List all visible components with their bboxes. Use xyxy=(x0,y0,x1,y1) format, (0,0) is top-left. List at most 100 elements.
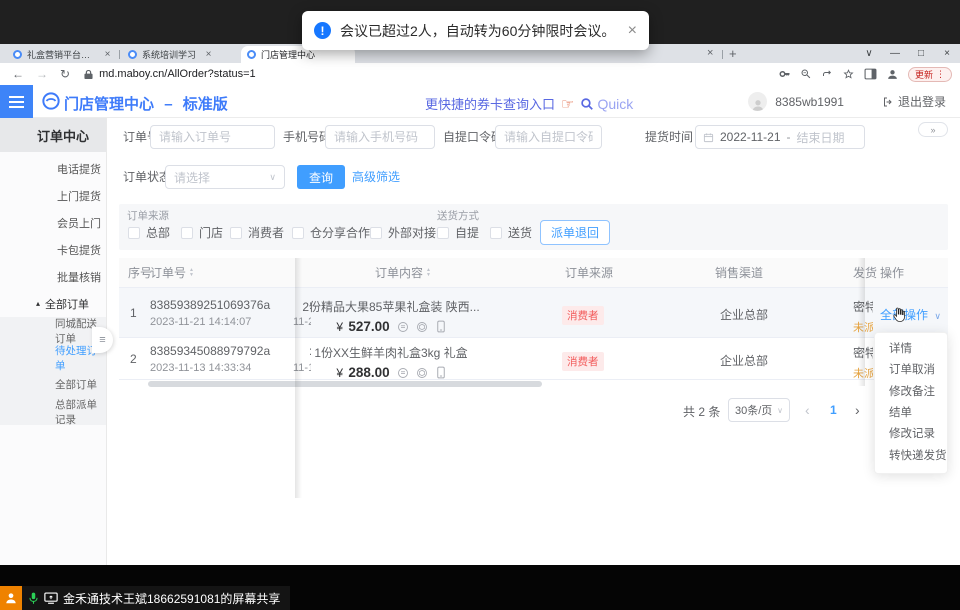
checkbox-warehouse-share[interactable]: 仓分享合作 xyxy=(292,224,370,241)
menu-item-details[interactable]: 详情 xyxy=(875,340,947,359)
coupon-query-link[interactable]: 更快捷的券卡查询入口 xyxy=(425,94,555,113)
browser-tab-1[interactable]: 礼盒营销平台管理中心 × xyxy=(7,46,117,63)
tab-close-icon[interactable]: × xyxy=(707,47,713,59)
sidebar-item-phone-pickup[interactable]: 电话提货 xyxy=(0,155,106,182)
col-content[interactable]: 订单内容▲▼ xyxy=(375,258,431,288)
pickup-time-label: 提货时间 xyxy=(645,125,693,149)
title-dash: – xyxy=(164,96,172,113)
sidebar-item-door-pickup[interactable]: 上门提货 xyxy=(0,182,106,209)
checkbox-delivery[interactable]: 送货 xyxy=(490,224,532,241)
advanced-filter-link[interactable]: 高级筛选 xyxy=(352,165,400,189)
page-size-select[interactable]: 30条/页 ∨ xyxy=(728,398,790,422)
next-page-button[interactable]: › xyxy=(855,402,860,418)
checkbox-icon xyxy=(128,227,140,239)
sidebar-item-member-visit[interactable]: 会员上门 xyxy=(0,209,106,236)
sidebar-item-batch-writeoff[interactable]: 批量核销 xyxy=(0,263,106,290)
profile-icon[interactable] xyxy=(886,68,899,81)
zoom-icon[interactable] xyxy=(800,68,812,80)
sidebar-item-pending-orders-active[interactable]: 待处理订单 xyxy=(0,344,106,371)
col-order-no[interactable]: 订单号▲▼ xyxy=(150,258,194,288)
sidebar-item-card-pickup[interactable]: 卡包提货 xyxy=(0,236,106,263)
table-row[interactable]: 2 83859345088979792a 2023-11-13 14:33:34… xyxy=(119,338,948,380)
order-no-input[interactable] xyxy=(150,125,275,149)
menu-item-edit-history[interactable]: 修改记录 xyxy=(875,425,947,444)
checkbox-icon xyxy=(181,227,193,239)
toast-close-icon[interactable]: × xyxy=(628,22,637,40)
key-icon[interactable] xyxy=(779,68,791,80)
order-content-cell: 1份XX生鲜羊肉礼盒3kg 礼盒 ¥ 288.00 xyxy=(271,344,511,380)
current-page[interactable]: 1 xyxy=(830,403,837,417)
tab-separator xyxy=(119,50,120,59)
window-maximize-icon[interactable]: □ xyxy=(908,44,934,63)
col-shipping-clipped: 发货 xyxy=(853,258,877,288)
tab-separator xyxy=(722,50,723,59)
favicon xyxy=(128,50,137,59)
menu-item-cancel-order[interactable]: 订单取消 xyxy=(875,361,947,380)
window-minimize-icon[interactable]: — xyxy=(882,44,908,63)
quick-label[interactable]: Quick xyxy=(597,96,633,112)
tab-close-icon[interactable]: × xyxy=(204,49,213,60)
order-date: 2023-11-13 14:33:34 xyxy=(150,362,270,374)
meeting-toast: ! 会议已超过2人，自动转为60分钟限时会议。 × xyxy=(302,11,649,50)
checkbox-store[interactable]: 门店 xyxy=(181,224,223,241)
fixed-right-column-shadow xyxy=(858,258,865,386)
forward-icon[interactable]: → xyxy=(36,67,48,81)
sidebar-group-all-orders[interactable]: ▴ 全部订单 xyxy=(0,290,106,317)
checkbox-external[interactable]: 外部对接 xyxy=(370,224,436,241)
window-close-icon[interactable]: × xyxy=(934,44,960,63)
bookmark-star-icon[interactable] xyxy=(842,68,855,81)
checkbox-icon xyxy=(437,227,449,239)
menu-item-switch-express[interactable]: 转快递发货 xyxy=(875,447,947,466)
username: 8385wb1991 xyxy=(775,95,844,109)
date-range-picker[interactable]: 2022-11-21 - 结束日期 xyxy=(695,125,865,149)
pagination: 共 2 条 30条/页 ∨ ‹ 1 › xyxy=(107,398,948,422)
chrome-update-button[interactable]: 更新 ⋮ xyxy=(908,67,952,82)
checkbox-icon xyxy=(370,227,382,239)
sort-icons[interactable]: ▲▼ xyxy=(189,268,194,278)
reload-icon[interactable]: ↻ xyxy=(60,67,70,81)
menu-item-edit-note[interactable]: 修改备注 xyxy=(875,383,947,402)
sidebar-toggle-button[interactable] xyxy=(0,85,33,118)
horizontal-scrollbar[interactable] xyxy=(148,381,542,387)
browser-tab-2[interactable]: 系统培训学习 × xyxy=(122,46,238,63)
order-status-select[interactable]: 请选择 ∨ xyxy=(165,165,285,189)
sidebar-item-city-delivery-orders[interactable]: 同城配送订单 xyxy=(0,317,106,344)
sidebar-item-all-orders[interactable]: 全部订单 xyxy=(0,371,106,398)
back-icon[interactable]: ← xyxy=(12,67,24,81)
person-icon xyxy=(4,591,18,605)
all-actions-dropdown[interactable]: 全部操作 ∨ xyxy=(880,306,941,323)
checkbox-consumer[interactable]: 消费者 xyxy=(230,224,284,241)
order-no-cell: 83859389251069376a 2023-11-21 14:14:07 xyxy=(150,298,270,328)
phone-input[interactable] xyxy=(325,125,435,149)
tab-title: 系统培训学习 xyxy=(142,48,196,61)
main-content: 订单号 手机号码 自提口令码 提货时间 2022-11-21 - 结束日期 » … xyxy=(107,118,960,565)
pickup-code-input[interactable] xyxy=(495,125,602,149)
table-header: 序号 订单号▲▼ 订单内容▲▼ 订单来源 销售渠道 发货 操作 xyxy=(119,258,948,288)
menu-item-close-order[interactable]: 结单 xyxy=(875,404,947,423)
tab-title: 礼盒营销平台管理中心 xyxy=(27,48,96,61)
dispatch-return-button[interactable]: 派单退回 xyxy=(540,220,610,245)
checkbox-hq[interactable]: 总部 xyxy=(128,224,170,241)
table-row[interactable]: 1 83859389251069376a 2023-11-21 14:14:07… xyxy=(119,288,948,338)
prev-page-button[interactable]: ‹ xyxy=(805,402,810,418)
phone-icon xyxy=(436,366,446,379)
checkbox-self-pickup[interactable]: 自提 xyxy=(437,224,479,241)
tab-close-icon[interactable]: × xyxy=(104,49,111,60)
expand-filters-button[interactable]: » xyxy=(918,122,948,137)
side-panel-icon[interactable] xyxy=(864,68,877,80)
search-button[interactable]: 查询 xyxy=(297,165,345,189)
chevron-down-icon: ∨ xyxy=(777,406,783,415)
sort-icons[interactable]: ▲▼ xyxy=(426,268,431,278)
group-label: 全部订单 xyxy=(45,296,89,312)
checkbox-icon xyxy=(490,227,502,239)
sharer-avatar xyxy=(0,586,22,610)
avatar[interactable] xyxy=(748,92,767,111)
sidebar-item-hq-dispatch-records[interactable]: 总部派单记录 xyxy=(0,398,106,425)
page-title: 门店管理中心 – 标准版 xyxy=(64,93,228,114)
logout-link[interactable]: 退出登录 xyxy=(898,93,946,110)
new-tab-icon[interactable]: + xyxy=(729,46,737,61)
chrome-profile-chevron-icon[interactable]: ∨ xyxy=(856,44,882,63)
quick-search-icon[interactable] xyxy=(580,97,594,111)
url-box[interactable]: md.maboy.cn/AllOrder?status=1 xyxy=(84,68,256,80)
share-icon[interactable] xyxy=(821,68,833,80)
